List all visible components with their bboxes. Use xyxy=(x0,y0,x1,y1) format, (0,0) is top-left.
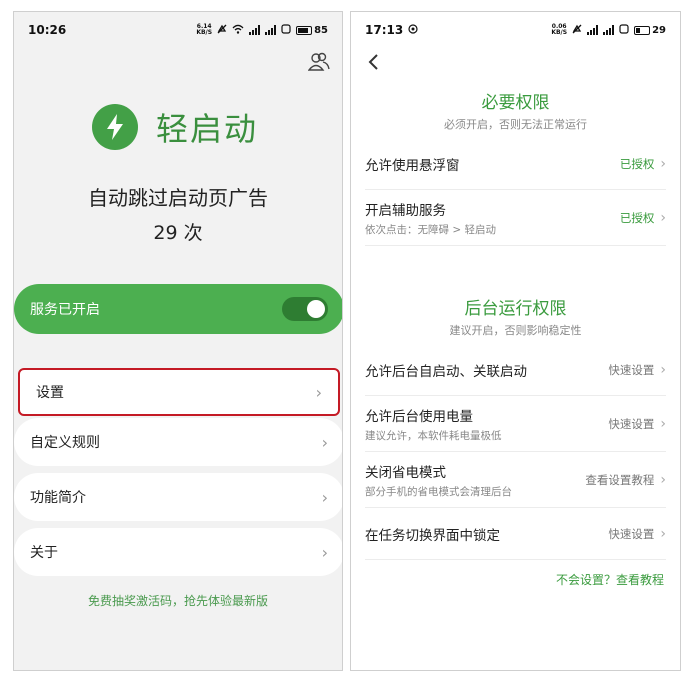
battery-icon xyxy=(634,25,651,35)
app-name: 轻启动 xyxy=(156,110,259,148)
chevron-right-icon: › xyxy=(660,525,666,542)
headline: 自动跳过启动页广告 xyxy=(88,186,268,210)
perm-lock-task[interactable]: 在任务切换界面中锁定 快速设置 › xyxy=(365,508,666,560)
chevron-right-icon: › xyxy=(321,542,328,562)
chevron-right-icon: › xyxy=(660,209,666,226)
status-bar: 10:26 6.14 KB/S 85 xyxy=(14,12,342,48)
wifi-icon xyxy=(232,24,244,37)
left-phone-screen: 10:26 6.14 KB/S 85 轻启动 自动跳过启动页广告 29 次 服务… xyxy=(13,11,343,671)
chevron-right-icon: › xyxy=(660,471,666,488)
battery-indicator: 29 xyxy=(634,25,666,36)
service-status-label: 服务已开启 xyxy=(30,302,100,318)
skip-count: 29 次 xyxy=(153,222,203,244)
chevron-right-icon: › xyxy=(321,432,328,452)
perm-battery-usage[interactable]: 允许后台使用电量 建议允许，本软件耗电量极低 快速设置 › xyxy=(365,396,666,452)
background-section-subtitle: 建议开启，否则影响稳定性 xyxy=(449,324,582,337)
perm-floating-window[interactable]: 允许使用悬浮窗 已授权 › xyxy=(365,138,666,190)
chevron-right-icon: › xyxy=(660,155,666,172)
menu-item-features[interactable]: 功能简介 › xyxy=(14,473,342,521)
chevron-right-icon: › xyxy=(321,487,328,507)
signal-icon xyxy=(587,25,599,35)
status-badge: 快速设置 › xyxy=(608,415,666,432)
signal-icon xyxy=(603,25,615,35)
perm-autostart[interactable]: 允许后台自启动、关联启动 快速设置 › xyxy=(365,344,666,396)
service-toggle-bar[interactable]: 服务已开启 xyxy=(14,284,342,334)
hd-icon xyxy=(619,23,629,37)
status-icons: 6.14 KB/S 85 xyxy=(196,24,328,37)
hd-icon xyxy=(281,23,291,37)
users-icon[interactable] xyxy=(307,52,330,72)
mute-icon xyxy=(572,24,582,37)
right-phone-screen: 17:13 0.06 KB/S 29 必要权限 必须开启，否则无法正常运行 允许… xyxy=(350,11,681,671)
required-section-subtitle: 必须开启，否则无法正常运行 xyxy=(444,118,587,131)
signal-icon xyxy=(265,25,277,35)
status-badge: 已授权 › xyxy=(619,209,666,226)
perm-accessibility[interactable]: 开启辅助服务 依次点击：无障碍 > 轻启动 已授权 › xyxy=(365,190,666,246)
status-time: 17:13 xyxy=(365,23,404,37)
view-tutorial-link[interactable]: 不会设置？查看教程 xyxy=(556,571,664,588)
perm-power-saving[interactable]: 关闭省电模式 部分手机的省电模式会清理后台 查看设置教程 › xyxy=(365,452,666,508)
chevron-right-icon: › xyxy=(315,382,322,402)
battery-icon xyxy=(296,25,313,35)
menu-item-custom-rules[interactable]: 自定义规则 › xyxy=(14,418,342,466)
status-badge: 已授权 › xyxy=(619,155,666,172)
status-bar: 17:13 0.06 KB/S 29 xyxy=(351,12,680,48)
status-badge: 查看设置教程 › xyxy=(585,471,666,488)
network-speed: 0.06 KB/S xyxy=(551,23,568,36)
service-toggle[interactable] xyxy=(282,297,328,321)
hotspot-icon xyxy=(408,23,418,37)
menu-item-about[interactable]: 关于 › xyxy=(14,528,342,576)
status-icons: 0.06 KB/S 29 xyxy=(551,24,666,37)
required-section-title: 必要权限 xyxy=(481,93,550,113)
status-time: 10:26 xyxy=(28,23,67,37)
status-badge: 快速设置 › xyxy=(608,525,666,542)
network-speed: 6.14 KB/S xyxy=(196,23,213,36)
promo-link[interactable]: 免费抽奖激活码，抢先体验最新版 xyxy=(14,592,342,609)
lightning-logo-icon xyxy=(92,104,138,150)
background-section-title: 后台运行权限 xyxy=(464,299,567,319)
menu-item-settings[interactable]: 设置 › xyxy=(18,368,340,416)
toggle-knob xyxy=(307,300,325,318)
status-badge: 快速设置 › xyxy=(608,361,666,378)
mute-icon xyxy=(217,24,227,37)
back-arrow-icon[interactable] xyxy=(367,52,379,76)
signal-icon xyxy=(249,25,261,35)
chevron-right-icon: › xyxy=(660,415,666,432)
battery-indicator: 85 xyxy=(296,25,328,36)
chevron-right-icon: › xyxy=(660,361,666,378)
app-branding: 轻启动 xyxy=(92,104,258,150)
